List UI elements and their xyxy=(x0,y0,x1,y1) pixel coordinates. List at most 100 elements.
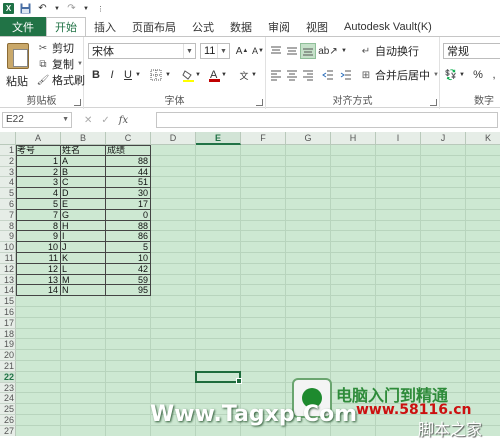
row-header-3[interactable]: 3 xyxy=(0,167,16,178)
row-header-6[interactable]: 6 xyxy=(0,199,16,210)
column-header-g[interactable]: G xyxy=(286,132,331,145)
row-header-2[interactable]: 2 xyxy=(0,156,16,167)
redo-dropdown-icon[interactable]: ▼ xyxy=(83,3,89,14)
underline-dropdown-icon[interactable]: ▼ xyxy=(134,67,142,83)
format-painter-button[interactable]: 🖌 格式刷 xyxy=(37,73,85,87)
column-header-a[interactable]: A xyxy=(16,132,61,145)
column-header-e[interactable]: E xyxy=(196,132,241,145)
row-header-24[interactable]: 24 xyxy=(0,393,16,404)
bottom-align-button[interactable] xyxy=(300,43,316,59)
active-cell[interactable] xyxy=(195,371,241,383)
row-header-10[interactable]: 10 xyxy=(0,242,16,253)
font-launcher-icon[interactable] xyxy=(256,99,263,106)
align-left-button[interactable] xyxy=(268,67,284,83)
column-header-i[interactable]: I xyxy=(376,132,421,145)
top-align-icon xyxy=(270,45,282,57)
row-header-18[interactable]: 18 xyxy=(0,329,16,340)
italic-button[interactable]: I xyxy=(104,67,120,83)
row-header-23[interactable]: 23 xyxy=(0,383,16,394)
column-header-j[interactable]: J xyxy=(421,132,466,145)
orientation-dropdown-icon[interactable]: ▼ xyxy=(340,43,348,59)
align-center-button[interactable] xyxy=(284,67,300,83)
row-header-11[interactable]: 11 xyxy=(0,253,16,264)
enter-icon[interactable]: ✓ xyxy=(101,115,109,126)
row-header-22[interactable]: 22 xyxy=(0,372,16,383)
row-header-1[interactable]: 1 xyxy=(0,145,16,156)
tab-view[interactable]: 视图 xyxy=(298,17,336,36)
bold-button[interactable]: B xyxy=(88,67,104,83)
select-all-corner[interactable] xyxy=(0,132,16,145)
font-name-select[interactable]: 宋体 ▼ xyxy=(88,43,196,59)
tab-home[interactable]: 开始 xyxy=(46,17,86,37)
save-icon[interactable] xyxy=(20,3,31,14)
row-header-12[interactable]: 12 xyxy=(0,264,16,275)
insert-function-button[interactable]: fx xyxy=(119,115,128,126)
row-header-4[interactable]: 4 xyxy=(0,177,16,188)
row-header-25[interactable]: 25 xyxy=(0,404,16,415)
alignment-launcher-icon[interactable] xyxy=(430,99,437,106)
tab-file[interactable]: 文件 xyxy=(0,17,46,36)
name-box[interactable]: E22 ▼ xyxy=(2,112,72,128)
row-header-15[interactable]: 15 xyxy=(0,296,16,307)
paste-button[interactable]: 粘贴 xyxy=(6,73,28,89)
tab-page-layout[interactable]: 页面布局 xyxy=(124,17,184,36)
column-header-d[interactable]: D xyxy=(151,132,196,145)
cut-button[interactable]: ✂ 剪切 xyxy=(37,41,74,55)
wrap-text-button[interactable]: ↵ 自动换行 xyxy=(360,44,419,58)
column-header-b[interactable]: B xyxy=(61,132,106,145)
percent-style-button[interactable]: % xyxy=(470,67,486,83)
number-format-select[interactable]: 常规 xyxy=(443,43,500,59)
phonetic-dropdown-icon[interactable]: ▼ xyxy=(250,67,258,83)
comma-style-button[interactable]: , xyxy=(486,67,500,83)
merge-dropdown-icon[interactable]: ▼ xyxy=(433,72,439,78)
tab-formulas[interactable]: 公式 xyxy=(184,17,222,36)
paste-icon[interactable] xyxy=(7,43,29,69)
decrease-indent-button[interactable] xyxy=(320,67,336,83)
copy-dropdown-icon[interactable]: ▼ xyxy=(77,61,83,67)
font-color-dropdown-icon[interactable]: ▼ xyxy=(220,67,228,83)
redo-icon[interactable]: ↷ xyxy=(66,3,77,14)
top-align-button[interactable] xyxy=(268,43,284,59)
row-header-16[interactable]: 16 xyxy=(0,307,16,318)
shrink-font-button[interactable]: A▼ xyxy=(250,43,266,59)
borders-button[interactable] xyxy=(148,67,164,83)
align-right-button[interactable] xyxy=(300,67,316,83)
borders-dropdown-icon[interactable]: ▼ xyxy=(164,67,172,83)
row-header-13[interactable]: 13 xyxy=(0,275,16,286)
copy-button[interactable]: ⧉ 复制 ▼ xyxy=(37,57,83,71)
merge-center-button[interactable]: ⊞ 合并后居中 ▼ xyxy=(360,68,439,82)
increase-indent-button[interactable] xyxy=(338,67,354,83)
grow-font-button[interactable]: A▲ xyxy=(234,43,250,59)
row-header-27[interactable]: 27 xyxy=(0,426,16,436)
cancel-icon[interactable]: ✕ xyxy=(84,115,92,126)
orientation-button[interactable]: ab↗ xyxy=(320,43,336,59)
row-header-14[interactable]: 14 xyxy=(0,285,16,296)
row-header-17[interactable]: 17 xyxy=(0,318,16,329)
formula-input[interactable] xyxy=(156,112,498,128)
tab-autodesk-vault[interactable]: Autodesk Vault(K) xyxy=(336,17,440,36)
undo-icon[interactable]: ↶ xyxy=(37,3,48,14)
column-header-k[interactable]: K xyxy=(466,132,500,145)
accounting-format-button[interactable]: 💱 xyxy=(443,67,459,83)
customize-toolbar-icon[interactable]: ⋮ xyxy=(95,3,106,14)
row-header-26[interactable]: 26 xyxy=(0,415,16,426)
tab-review[interactable]: 审阅 xyxy=(260,17,298,36)
tab-insert[interactable]: 插入 xyxy=(86,17,124,36)
undo-dropdown-icon[interactable]: ▼ xyxy=(54,3,60,14)
row-header-21[interactable]: 21 xyxy=(0,361,16,372)
row-header-7[interactable]: 7 xyxy=(0,210,16,221)
column-header-h[interactable]: H xyxy=(331,132,376,145)
row-header-20[interactable]: 20 xyxy=(0,350,16,361)
tab-data[interactable]: 数据 xyxy=(222,17,260,36)
accounting-dropdown-icon[interactable]: ▼ xyxy=(458,67,466,83)
middle-align-button[interactable] xyxy=(284,43,300,59)
font-size-select[interactable]: 11 ▼ xyxy=(200,43,230,59)
column-header-c[interactable]: C xyxy=(106,132,151,145)
column-header-f[interactable]: F xyxy=(241,132,286,145)
clipboard-launcher-icon[interactable] xyxy=(74,99,81,106)
row-header-19[interactable]: 19 xyxy=(0,339,16,350)
row-header-9[interactable]: 9 xyxy=(0,231,16,242)
fill-color-dropdown-icon[interactable]: ▼ xyxy=(194,67,202,83)
row-header-5[interactable]: 5 xyxy=(0,188,16,199)
row-header-8[interactable]: 8 xyxy=(0,221,16,232)
